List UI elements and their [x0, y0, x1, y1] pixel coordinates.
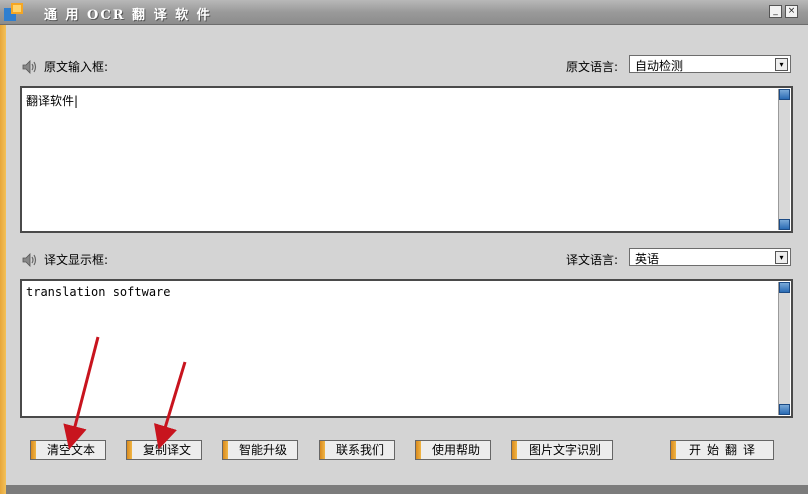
red-arrow-icon — [153, 361, 187, 450]
annotation-arrows — [63, 336, 187, 450]
app-window: 通 用 OCR 翻 译 软 件 _ × 原文输入框: 原文语言: 自动检测 ▾ … — [0, 0, 808, 494]
red-arrow-icon — [63, 336, 100, 450]
